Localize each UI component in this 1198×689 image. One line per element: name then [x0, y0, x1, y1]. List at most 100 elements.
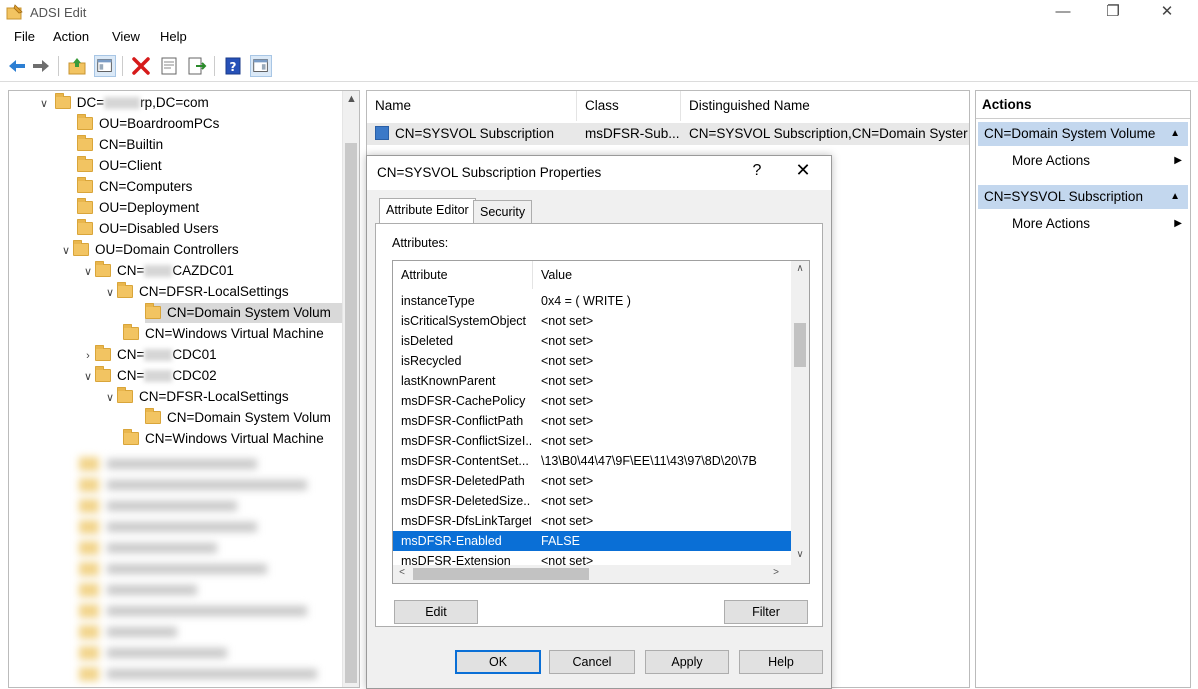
tree-node-dfsr-localsettings-2[interactable]: ∨ CN=DFSR-LocalSettings: [103, 387, 289, 407]
attribute-name: isRecycled: [401, 354, 462, 368]
tree-node-computers[interactable]: CN=Computers: [77, 177, 192, 197]
table-row[interactable]: isDeleted <not set>: [393, 331, 791, 351]
column-header-name[interactable]: Name: [367, 91, 577, 121]
tab-security[interactable]: Security: [473, 200, 533, 224]
filter-button[interactable]: Filter: [724, 600, 808, 624]
tree-node-dc1[interactable]: ∨ CN= CAZDC01: [81, 261, 234, 281]
scrollbar-thumb[interactable]: [413, 568, 589, 580]
list-item-dn: CN=SYSVOL Subscription,CN=Domain Syster: [689, 126, 968, 141]
column-header-attribute[interactable]: Attribute: [393, 261, 533, 289]
tree-node-dc3[interactable]: ∨ CN= CDC02: [81, 366, 217, 386]
show-console-tree-button[interactable]: [94, 55, 116, 77]
dialog-help-button[interactable]: ?: [747, 162, 767, 180]
table-row[interactable]: msDFSR-DfsLinkTarget <not set>: [393, 511, 791, 531]
more-actions-item-2[interactable]: More Actions ▶: [1012, 212, 1188, 236]
table-row[interactable]: isCriticalSystemObject <not set>: [393, 311, 791, 331]
table-row[interactable]: msDFSR-ConflictSizeI... <not set>: [393, 431, 791, 451]
close-button[interactable]: ✕: [1144, 0, 1190, 26]
action-group-domain-system-volume[interactable]: CN=Domain System Volume ▲: [978, 122, 1188, 146]
menu-view[interactable]: View: [112, 29, 140, 44]
table-row[interactable]: msDFSR-ContentSet... \13\B0\44\47\9F\EE\1…: [393, 451, 791, 471]
up-folder-icon[interactable]: [66, 55, 88, 77]
column-header-class[interactable]: Class: [577, 91, 681, 121]
scrollbar-thumb[interactable]: [794, 323, 806, 367]
attribute-list-vertical-scrollbar[interactable]: ∧ ∨: [791, 261, 809, 567]
expand-chevron-icon[interactable]: ›: [81, 346, 95, 366]
scroll-up-arrow-icon[interactable]: ▲: [343, 93, 359, 105]
attribute-list-horizontal-scrollbar[interactable]: < >: [393, 565, 809, 583]
ok-button[interactable]: OK: [455, 650, 541, 674]
tree-node-builtin[interactable]: CN=Builtin: [77, 135, 163, 155]
table-row[interactable]: instanceType 0x4 = ( WRITE ): [393, 291, 791, 311]
tree-node-domain-controllers[interactable]: ∨ OU=Domain Controllers: [59, 240, 239, 260]
forward-arrow-icon[interactable]: [30, 55, 52, 77]
tree-node-boardroompcs[interactable]: OU=BoardroomPCs: [77, 114, 219, 134]
tree-node-dfsr-localsettings[interactable]: ∨ CN=DFSR-LocalSettings: [103, 282, 289, 302]
attribute-value: <not set>: [541, 434, 594, 448]
tree-node-deployment[interactable]: OU=Deployment: [77, 198, 199, 218]
tree-node-dc2[interactable]: › CN= CDC01: [81, 345, 217, 365]
properties-icon[interactable]: [158, 55, 180, 77]
scroll-right-arrow-icon[interactable]: >: [767, 567, 785, 578]
collapse-triangle-icon[interactable]: ▲: [1170, 185, 1180, 209]
list-item[interactable]: CN=SYSVOL Subscription msDFSR-Sub... CN=…: [367, 123, 969, 145]
tree-node-domain-system-volume-2[interactable]: CN=Domain System Volum: [145, 408, 331, 428]
tab-attribute-editor[interactable]: Attribute Editor: [379, 198, 476, 224]
redacted-tree-node: [79, 560, 267, 576]
collapse-chevron-icon[interactable]: ∨: [37, 94, 51, 114]
table-row[interactable]: lastKnownParent <not set>: [393, 371, 791, 391]
apply-button[interactable]: Apply: [645, 650, 729, 674]
more-actions-item[interactable]: More Actions ▶: [1012, 149, 1188, 173]
tree-label: CN=DFSR-LocalSettings: [139, 389, 289, 404]
menu-file[interactable]: File: [14, 29, 35, 44]
dialog-close-button[interactable]: ✕: [791, 160, 815, 181]
action-group-label: CN=Domain System Volume: [984, 126, 1156, 141]
tree-node-windows-virtual-machine[interactable]: CN=Windows Virtual Machine: [123, 324, 324, 344]
table-row[interactable]: msDFSR-CachePolicy <not set>: [393, 391, 791, 411]
edit-button[interactable]: Edit: [394, 600, 478, 624]
collapse-chevron-icon[interactable]: ∨: [81, 367, 95, 387]
attribute-editor-page: Attributes: Attribute Value instanceType…: [375, 223, 823, 627]
menu-action[interactable]: Action: [53, 29, 89, 44]
folder-icon: [77, 156, 93, 172]
delete-icon[interactable]: [130, 55, 152, 77]
table-row[interactable]: msDFSR-DeletedSize... <not set>: [393, 491, 791, 511]
action-group-sysvol-subscription[interactable]: CN=SYSVOL Subscription ▲: [978, 185, 1188, 209]
back-arrow-icon[interactable]: [6, 55, 28, 77]
table-row[interactable]: isRecycled <not set>: [393, 351, 791, 371]
collapse-chevron-icon[interactable]: ∨: [59, 241, 73, 261]
help-icon[interactable]: ?: [222, 55, 244, 77]
column-header-value[interactable]: Value: [533, 261, 793, 289]
console-tree[interactable]: ∨ DC= rp,DC=com OU=BoardroomPCs CN=Builti…: [8, 90, 360, 688]
tree-vertical-scrollbar[interactable]: ▲: [342, 91, 359, 687]
export-list-icon[interactable]: [186, 55, 208, 77]
show-action-pane-button[interactable]: [250, 55, 272, 77]
submenu-arrow-icon: ▶: [1174, 218, 1182, 229]
table-row-selected[interactable]: msDFSR-Enabled FALSE: [393, 531, 791, 551]
attribute-list[interactable]: Attribute Value instanceType 0x4 = ( WRIT…: [392, 260, 810, 584]
tree-node-windows-virtual-machine-2[interactable]: CN=Windows Virtual Machine: [123, 429, 324, 449]
redacted-tree-node: [79, 539, 217, 555]
tree-node-disabled-users[interactable]: OU=Disabled Users: [77, 219, 219, 239]
collapse-chevron-icon[interactable]: ∨: [103, 283, 117, 303]
tree-node-client[interactable]: OU=Client: [77, 156, 162, 176]
tree-node-domain-root[interactable]: ∨ DC= rp,DC=com: [37, 93, 209, 113]
tree-node-domain-system-volume-selected[interactable]: CN=Domain System Volum: [145, 303, 345, 323]
cancel-button[interactable]: Cancel: [549, 650, 635, 674]
restore-button[interactable]: ❐: [1090, 0, 1136, 26]
scroll-down-arrow-icon[interactable]: ∨: [791, 549, 809, 560]
menu-help[interactable]: Help: [160, 29, 187, 44]
collapse-chevron-icon[interactable]: ∨: [103, 388, 117, 408]
scrollbar-thumb[interactable]: [345, 143, 357, 683]
collapse-triangle-icon[interactable]: ▲: [1170, 122, 1180, 146]
attribute-value: <not set>: [541, 374, 594, 388]
collapse-chevron-icon[interactable]: ∨: [81, 262, 95, 282]
column-header-distinguished-name[interactable]: Distinguished Name: [681, 91, 969, 121]
table-row[interactable]: msDFSR-ConflictPath <not set>: [393, 411, 791, 431]
minimize-button[interactable]: —: [1040, 0, 1086, 26]
scroll-left-arrow-icon[interactable]: <: [393, 567, 411, 578]
help-button[interactable]: Help: [739, 650, 823, 674]
scroll-up-arrow-icon[interactable]: ∧: [791, 263, 809, 274]
dialog-title: CN=SYSVOL Subscription Properties: [377, 165, 602, 180]
table-row[interactable]: msDFSR-DeletedPath <not set>: [393, 471, 791, 491]
